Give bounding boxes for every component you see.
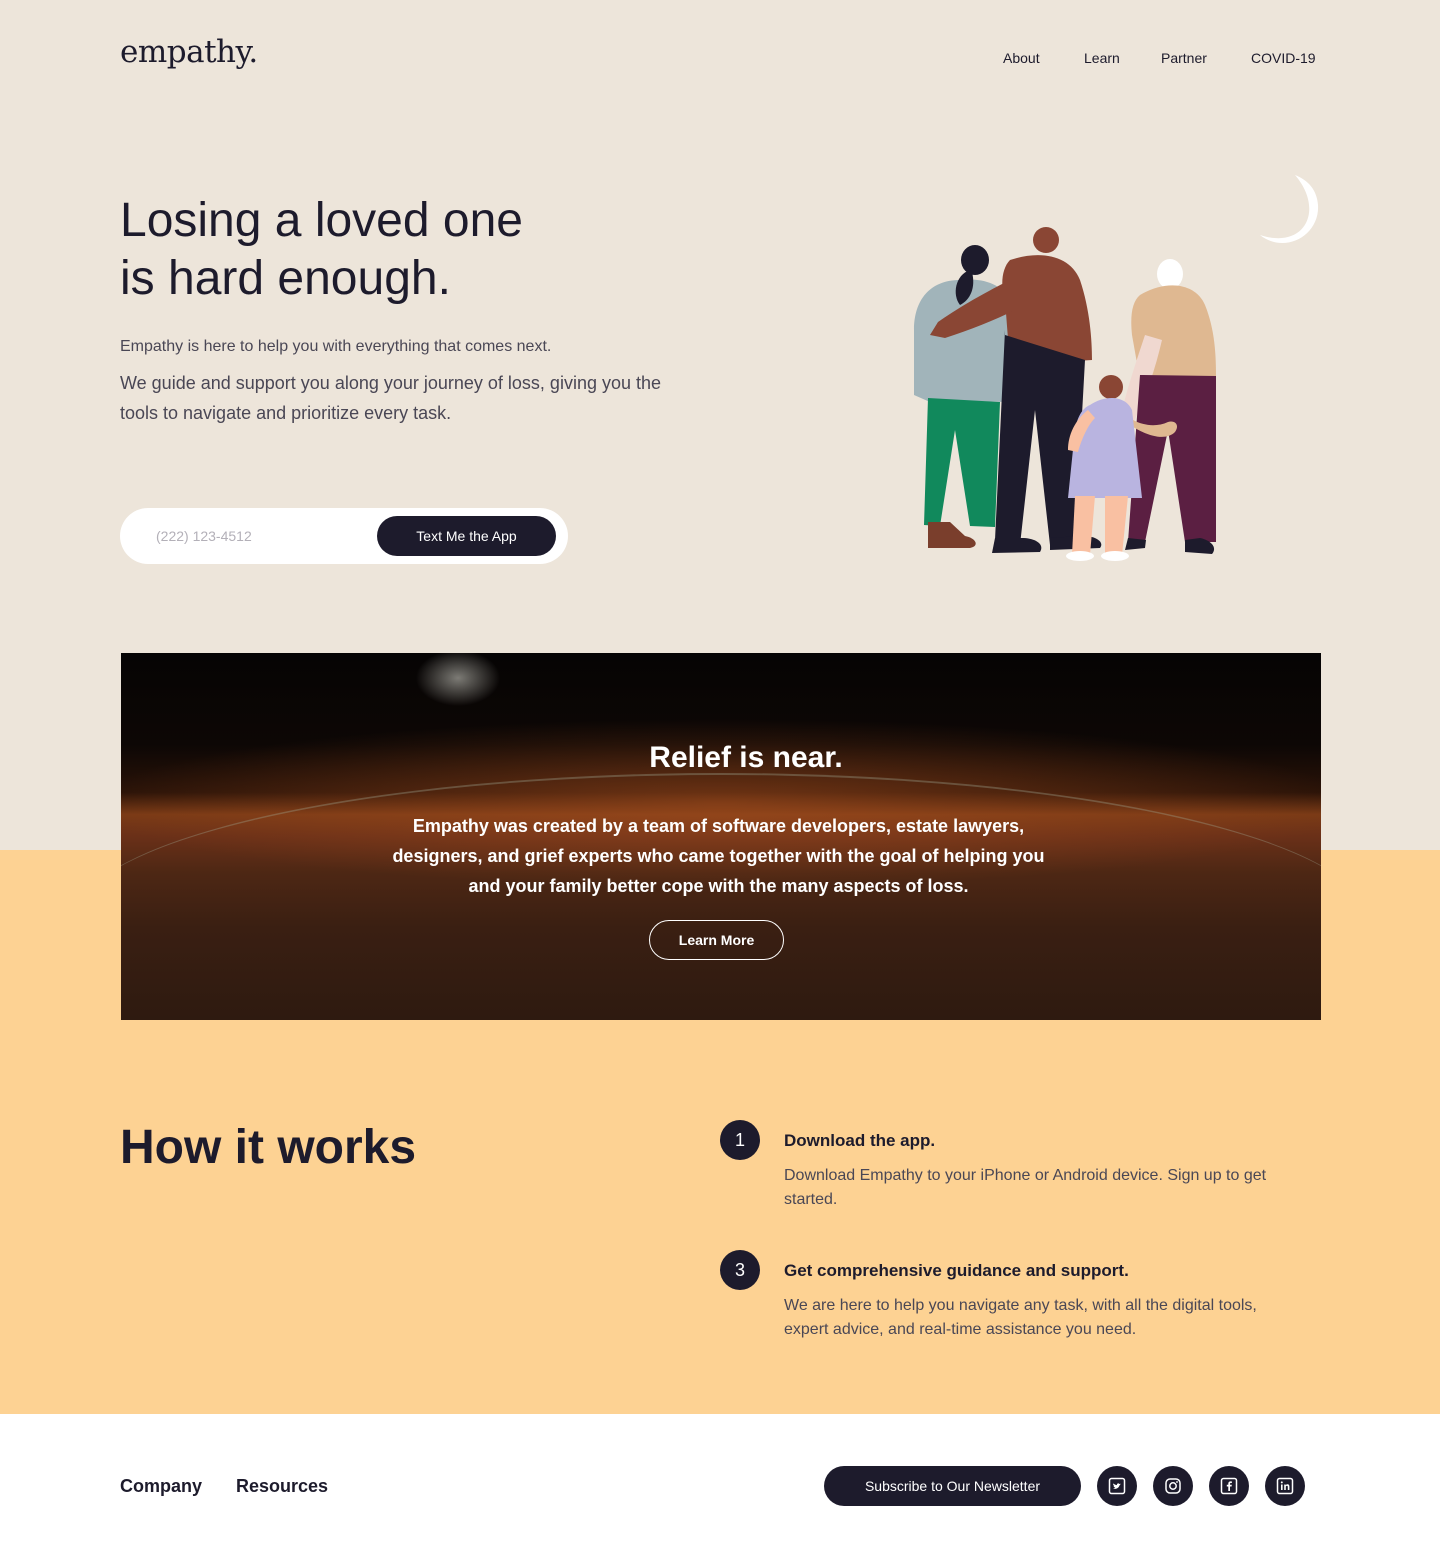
phone-input[interactable] <box>156 524 366 548</box>
step-3-title: Get comprehensive guidance and support. <box>784 1261 1129 1280</box>
hero-title-line-2: is hard enough. <box>120 252 451 305</box>
twitter-icon <box>1108 1477 1126 1495</box>
step-1-description: Download Empathy to your iPhone or Andro… <box>784 1167 1267 1208</box>
hero-title: Losing a loved one is hard enough. <box>120 192 680 308</box>
nav-about[interactable]: About <box>1003 50 1040 66</box>
footer-company-link[interactable]: Company <box>120 1476 202 1497</box>
hero-subtitle: Empathy is here to help you with everyth… <box>120 338 552 355</box>
text-app-form: Text Me the App <box>120 508 568 564</box>
hero-description: We guide and support you along your jour… <box>120 373 662 423</box>
moon-icon <box>1260 175 1319 244</box>
linkedin-button[interactable] <box>1265 1466 1305 1506</box>
text-me-app-button[interactable]: Text Me the App <box>377 516 556 556</box>
step-3-description: We are here to help you navigate any tas… <box>784 1297 1257 1338</box>
banner-text: Empathy was created by a team of softwar… <box>392 816 1045 896</box>
family-illustration <box>914 175 1319 561</box>
hero-title-line-1: Losing a loved one <box>120 194 523 247</box>
step-1-title: Download the app. <box>784 1131 936 1150</box>
facebook-button[interactable] <box>1209 1466 1249 1506</box>
facebook-icon <box>1220 1477 1238 1495</box>
twitter-button[interactable] <box>1097 1466 1137 1506</box>
step-1-number: 1 <box>720 1120 760 1160</box>
linkedin-icon <box>1276 1477 1294 1495</box>
nav-learn[interactable]: Learn <box>1084 50 1120 66</box>
banner-title: Relief is near. <box>649 741 843 774</box>
how-it-works-title: How it works <box>120 1121 417 1174</box>
nav-partner[interactable]: Partner <box>1161 50 1207 66</box>
learn-more-button[interactable]: Learn More <box>649 920 784 960</box>
nav-covid-19[interactable]: COVID-19 <box>1251 50 1316 66</box>
logo[interactable]: empathy. <box>120 34 258 70</box>
instagram-button[interactable] <box>1153 1466 1193 1506</box>
relief-banner: Relief is near. Empathy was created by a… <box>121 653 1321 1020</box>
subscribe-newsletter-button[interactable]: Subscribe to Our Newsletter <box>824 1466 1081 1506</box>
step-3-number: 3 <box>720 1250 760 1290</box>
footer-resources-link[interactable]: Resources <box>236 1476 328 1497</box>
instagram-icon <box>1165 1478 1181 1494</box>
